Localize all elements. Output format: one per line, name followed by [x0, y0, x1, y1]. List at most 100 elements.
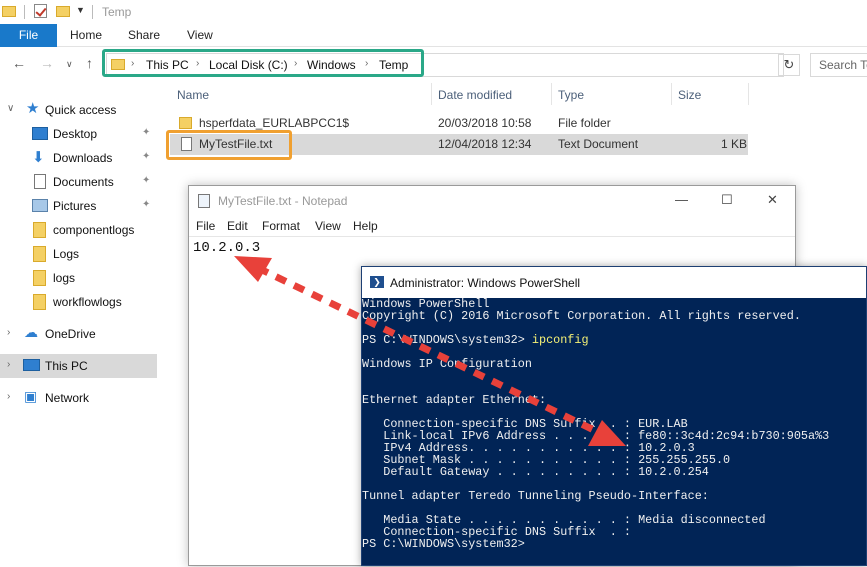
powershell-icon: ❯	[370, 276, 384, 288]
pictures-icon	[32, 199, 48, 212]
tab-file[interactable]: File	[0, 24, 57, 47]
column-header-type[interactable]: Type	[558, 88, 584, 102]
nav-label: This PC	[45, 359, 88, 373]
nav-label: Desktop	[53, 127, 98, 141]
computer-icon	[23, 359, 40, 371]
nav-item-componentlogs[interactable]: componentlogs	[0, 218, 157, 242]
column-divider[interactable]	[671, 83, 672, 105]
search-input[interactable]: Search Temp	[810, 53, 867, 77]
notepad-content: 10.2.0.3	[193, 240, 261, 256]
file-highlight-box	[166, 130, 292, 160]
console-line: Windows IP Configuration	[362, 358, 532, 370]
tab-view[interactable]: View	[187, 24, 213, 47]
up-arrow-icon[interactable]: ↑	[86, 55, 93, 71]
new-folder-icon[interactable]	[56, 6, 70, 17]
back-arrow-icon[interactable]: ←	[12, 55, 26, 71]
menu-file[interactable]: File	[196, 219, 215, 233]
console-text: Windows IP Configuration	[362, 357, 532, 371]
file-type: Text Document	[558, 137, 639, 151]
nav-quick-access[interactable]: ∨ ★ Quick access	[0, 98, 157, 122]
explorer-title-bar: ▼ Temp	[0, 0, 867, 24]
folder-icon	[2, 6, 16, 17]
powershell-title-bar[interactable]: ❯ Administrator: Windows PowerShell	[362, 267, 866, 298]
file-date: 12/04/2018 12:34	[438, 137, 532, 151]
nav-label: Network	[45, 391, 90, 405]
column-header-date[interactable]: Date modified	[438, 88, 512, 102]
console-line: PS C:\WINDOWS\system32> ipconfig	[362, 334, 589, 346]
pin-icon: ✦	[142, 199, 151, 210]
nav-label: Quick access	[45, 103, 117, 117]
nav-item-desktop[interactable]: Desktop ✦	[0, 122, 157, 146]
nav-item-logs[interactable]: logs	[0, 266, 157, 290]
tab-share[interactable]: Share	[128, 24, 160, 47]
console-line: Copyright (C) 2016 Microsoft Corporation…	[362, 310, 801, 322]
nav-label: componentlogs	[53, 223, 135, 237]
close-icon[interactable]: ✕	[767, 192, 778, 208]
column-divider[interactable]	[551, 83, 552, 105]
expand-chevron-icon[interactable]: ∨	[7, 103, 14, 114]
pin-icon: ✦	[142, 127, 151, 138]
column-divider[interactable]	[748, 83, 749, 105]
pin-icon: ✦	[142, 175, 151, 186]
console-line: PS C:\WINDOWS\system32>	[362, 538, 525, 550]
folder-icon	[33, 294, 46, 310]
nav-label: Pictures	[53, 199, 97, 213]
column-divider[interactable]	[431, 83, 432, 105]
nav-label: OneDrive	[45, 327, 96, 341]
nav-item-logs-upper[interactable]: Logs	[0, 242, 157, 266]
nav-onedrive[interactable]: › ☁ OneDrive	[0, 322, 157, 346]
nav-item-workflowlogs[interactable]: workflowlogs	[0, 290, 157, 314]
document-icon	[34, 174, 46, 189]
folder-icon	[33, 222, 46, 238]
nav-this-pc[interactable]: › This PC	[0, 354, 157, 378]
nav-network[interactable]: › ▣ Network	[0, 386, 157, 410]
file-name: hsperfdata_EURLABPCC1$	[199, 116, 350, 130]
download-arrow-icon: ⬇	[32, 149, 45, 166]
notepad-icon	[198, 194, 210, 208]
notepad-title-bar[interactable]: MyTestFile.txt - Notepad — ☐ ✕	[189, 186, 795, 216]
menu-edit[interactable]: Edit	[227, 219, 248, 233]
expand-chevron-icon[interactable]: ›	[7, 359, 10, 370]
nav-item-downloads[interactable]: ⬇ Downloads ✦	[0, 146, 157, 170]
refresh-icon[interactable]: ↻	[778, 54, 800, 76]
nav-label: workflowlogs	[53, 295, 122, 309]
recent-locations-chevron-icon[interactable]: ∨	[66, 59, 73, 70]
nav-label: Logs	[53, 247, 80, 261]
forward-arrow-icon[interactable]: →	[40, 55, 54, 71]
folder-icon	[179, 117, 192, 129]
console-line: Ethernet adapter Ethernet:	[362, 394, 546, 406]
file-size: 1 KB	[721, 137, 748, 151]
maximize-icon[interactable]: ☐	[721, 192, 733, 208]
tab-home[interactable]: Home	[70, 24, 102, 47]
menu-format[interactable]: Format	[262, 219, 300, 233]
menu-view[interactable]: View	[315, 219, 341, 233]
file-type: File folder	[558, 116, 611, 130]
minimize-icon[interactable]: —	[675, 192, 688, 207]
folder-icon	[33, 270, 46, 286]
expand-chevron-icon[interactable]: ›	[7, 391, 10, 402]
menu-help[interactable]: Help	[353, 219, 378, 233]
column-header-size[interactable]: Size	[678, 88, 701, 102]
expand-chevron-icon[interactable]: ›	[7, 327, 10, 338]
customize-toolbar-chevron-icon[interactable]: ▼	[76, 5, 85, 15]
notepad-menu-bar: File Edit Format View Help	[189, 216, 795, 236]
address-highlight-box	[102, 49, 424, 77]
console-line: Tunnel adapter Teredo Tunneling Pseudo-I…	[362, 490, 709, 502]
powershell-console[interactable]: Windows PowerShell Copyright (C) 2016 Mic…	[362, 298, 866, 566]
folder-icon	[33, 246, 46, 262]
console-text: Ethernet adapter Ethernet:	[362, 393, 547, 407]
nav-item-documents[interactable]: Documents ✦	[0, 170, 157, 194]
nav-item-pictures[interactable]: Pictures ✦	[0, 194, 157, 218]
nav-label: Downloads	[53, 151, 113, 165]
console-text: PS C:\WINDOWS\system32>	[362, 333, 532, 347]
console-line: Default Gateway . . . . . . . . . : 10.2…	[362, 466, 709, 478]
powershell-title: Administrator: Windows PowerShell	[390, 276, 581, 290]
star-icon: ★	[26, 100, 40, 117]
powershell-window: ❯ Administrator: Windows PowerShell Wind…	[361, 266, 867, 566]
column-header-name[interactable]: Name	[177, 88, 209, 102]
properties-check-icon[interactable]	[34, 4, 47, 18]
file-date: 20/03/2018 10:58	[438, 116, 532, 130]
ribbon: File Home Share View	[0, 24, 867, 47]
nav-label: Documents	[53, 175, 114, 189]
notepad-title: MyTestFile.txt - Notepad	[218, 194, 348, 208]
